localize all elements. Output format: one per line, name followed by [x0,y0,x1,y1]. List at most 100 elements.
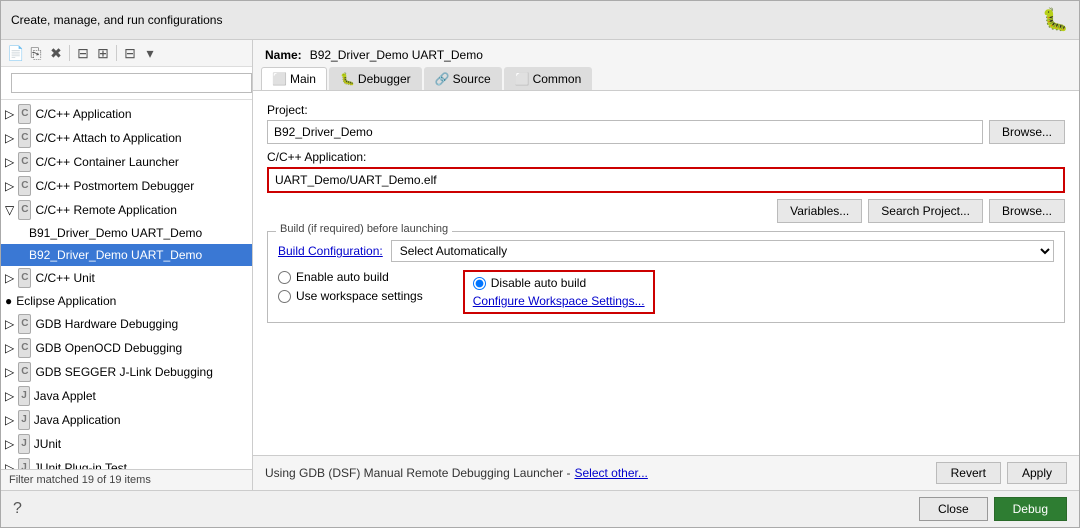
left-toolbar: 📄 ⎘ ✖ ⊟ ⊞ ⊟ ▾ [1,40,252,67]
tree-item-java-app[interactable]: ▷ J Java Application [1,408,252,432]
close-button[interactable]: Close [919,497,988,521]
export-config-button[interactable]: ⊟ [74,44,92,62]
expand-arrow-icon: ▷ [5,105,14,123]
content-area: Project: Browse... C/C++ Application: Va… [253,91,1079,455]
apply-button[interactable]: Apply [1007,462,1067,484]
config-tree: ▷ C C/C++ Application ▷ C C/C++ Attach t… [1,100,252,469]
radio-disable-auto-input[interactable] [473,277,486,290]
dialog-title-bar: Create, manage, and run configurations 🐛 [1,1,1079,40]
variables-button[interactable]: Variables... [777,199,862,223]
tree-item-gdb-seg[interactable]: ▷ C GDB SEGGER J-Link Debugging [1,360,252,384]
app-input[interactable] [267,167,1065,193]
tree-item-label: C/C++ Unit [35,269,94,287]
delete-config-button[interactable]: ✖ [47,44,65,62]
cc-app-icon: C [18,104,31,124]
tree-item-eclipse-app[interactable]: ● Eclipse Application [1,290,252,312]
new-config-button[interactable]: 📄 [7,44,25,62]
tree-item-label: C/C++ Remote Application [35,201,176,219]
radio-enable-auto-input[interactable] [278,271,291,284]
collapse-all-button[interactable]: ⊟ [121,44,139,62]
project-browse-button[interactable]: Browse... [989,120,1065,144]
tree-item-junit[interactable]: ▷ J JUnit [1,432,252,456]
import-config-button[interactable]: ⊞ [94,44,112,62]
eclipse-logo-icon: 🐛 [1042,7,1069,33]
tree-item-label: C/C++ Attach to Application [35,129,181,147]
radio-workspace: Use workspace settings [278,289,423,303]
expand-arrow-icon: ▽ [5,201,14,219]
tab-main-label: Main [290,72,316,86]
tree-item-cc-postmortem[interactable]: ▷ C C/C++ Postmortem Debugger [1,174,252,198]
expand-arrow-icon: ● [5,292,12,310]
expand-arrow-icon: ▷ [5,387,14,405]
tab-common[interactable]: ⬜ Common [504,67,593,90]
dialog-title-text: Create, manage, and run configurations [11,13,222,27]
tree-item-b92-demo[interactable]: B92_Driver_Demo UART_Demo [1,244,252,266]
app-buttons-row: Variables... Search Project... Browse... [267,199,1065,223]
bottom-bar: Using GDB (DSF) Manual Remote Debugging … [253,455,1079,490]
tree-item-cc-attach[interactable]: ▷ C C/C++ Attach to Application [1,126,252,150]
tree-item-cc-unit[interactable]: ▷ C C/C++ Unit [1,266,252,290]
radio-disable-auto: Disable auto build [473,276,645,290]
name-label: Name: [265,48,302,62]
cc-postmortem-icon: C [18,176,31,196]
right-panel: Name: B92_Driver_Demo UART_Demo ⬜ Main 🐛… [253,40,1079,490]
cc-unit-icon: C [18,268,31,288]
tree-item-label: GDB SEGGER J-Link Debugging [35,363,212,381]
tree-item-label: B91_Driver_Demo UART_Demo [29,224,202,242]
tree-item-cc-remote[interactable]: ▽ C C/C++ Remote Application [1,198,252,222]
expand-arrow-icon: ▷ [5,177,14,195]
bottom-right: Revert Apply [936,462,1067,484]
common-tab-icon: ⬜ [515,72,530,86]
gdb-ocd-icon: C [18,338,31,358]
radio-enable-auto: Enable auto build [278,270,423,284]
project-input[interactable] [267,120,983,144]
tab-source[interactable]: 🔗 Source [424,67,502,90]
tabs-row: ⬜ Main 🐛 Debugger 🔗 Source ⬜ Common [253,67,1079,91]
build-config-label[interactable]: Build Configuration: [278,244,383,258]
tab-debugger-label: Debugger [358,72,411,86]
expand-arrow-icon: ▷ [5,411,14,429]
revert-button[interactable]: Revert [936,462,1001,484]
search-project-button[interactable]: Search Project... [868,199,983,223]
tree-item-label: C/C++ Application [35,105,131,123]
highlighted-radio-section: Disable auto build Configure Workspace S… [463,270,655,314]
configure-workspace-link[interactable]: Configure Workspace Settings... [473,294,645,308]
project-row: Browse... [267,120,1065,144]
radio-workspace-input[interactable] [278,290,291,303]
tree-item-label: GDB Hardware Debugging [35,315,178,333]
tree-item-java-applet[interactable]: ▷ J Java Applet [1,384,252,408]
dialog-body: 📄 ⎘ ✖ ⊟ ⊞ ⊟ ▾ ▷ C C/C++ Application [1,40,1079,490]
dialog-footer: ? Close Debug [1,490,1079,527]
tree-item-label: B92_Driver_Demo UART_Demo [29,246,202,264]
tree-item-label: GDB OpenOCD Debugging [35,339,182,357]
radio-group: Enable auto build Use workspace settings [278,270,1054,314]
tree-item-gdb-hw[interactable]: ▷ C GDB Hardware Debugging [1,312,252,336]
search-input[interactable] [11,73,252,93]
menu-button[interactable]: ▾ [141,44,159,62]
build-section: Build (if required) before launching Bui… [267,231,1065,323]
cc-container-icon: C [18,152,31,172]
junit-plugin-icon: J [18,458,30,469]
tree-item-cc-app[interactable]: ▷ C C/C++ Application [1,102,252,126]
tab-main[interactable]: ⬜ Main [261,67,327,90]
tree-item-label: Java Applet [34,387,96,405]
project-label: Project: [267,103,1065,117]
run-configurations-dialog: Create, manage, and run configurations 🐛… [0,0,1080,528]
tab-debugger[interactable]: 🐛 Debugger [329,67,422,90]
select-other-link[interactable]: Select other... [574,466,647,480]
toolbar-separator2 [116,45,117,61]
app-browse-button[interactable]: Browse... [989,199,1065,223]
duplicate-config-button[interactable]: ⎘ [27,44,45,62]
tree-item-gdb-ocd[interactable]: ▷ C GDB OpenOCD Debugging [1,336,252,360]
debug-button[interactable]: Debug [994,497,1067,521]
build-config-select[interactable]: Select Automatically [391,240,1054,262]
tree-item-cc-container[interactable]: ▷ C C/C++ Container Launcher [1,150,252,174]
name-value: B92_Driver_Demo UART_Demo [310,48,483,62]
tree-item-b91-demo[interactable]: B91_Driver_Demo UART_Demo [1,222,252,244]
help-icon[interactable]: ? [13,500,22,518]
radio-col-right: Disable auto build Configure Workspace S… [463,270,655,314]
search-container [1,67,252,100]
tree-item-label: Java Application [34,411,121,429]
expand-arrow-icon: ▷ [5,269,14,287]
tree-item-junit-plugin[interactable]: ▷ J JUnit Plug-in Test [1,456,252,469]
